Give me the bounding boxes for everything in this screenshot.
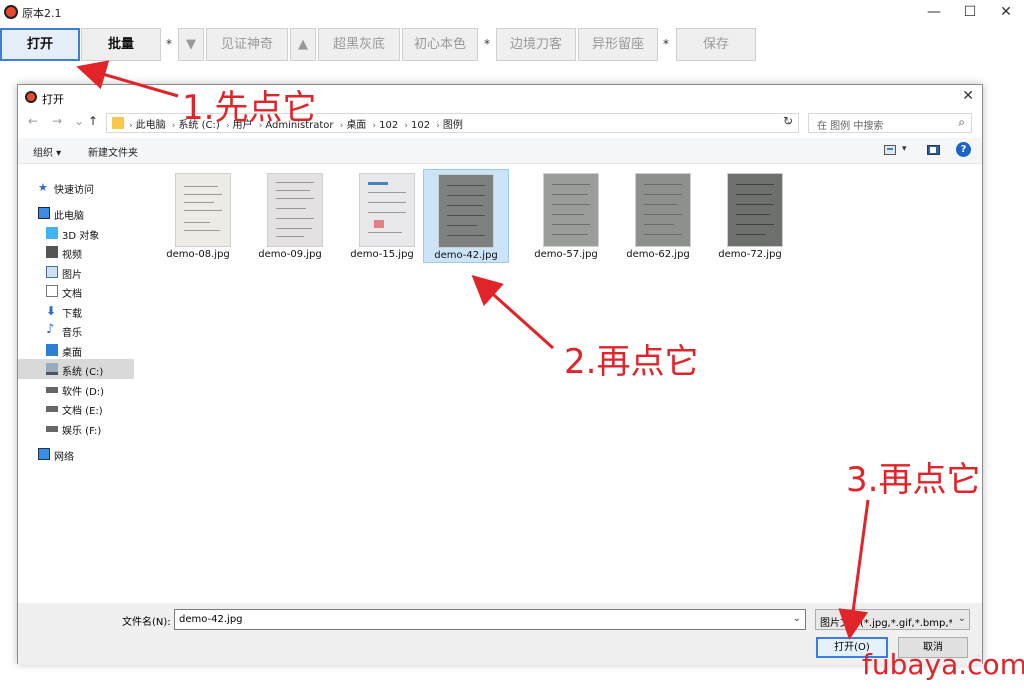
annotation-step-3: 3.再点它 [846,460,981,500]
watermark: fubaya.com [862,648,1024,681]
annotation-step-1: 1.先点它 [182,88,317,128]
arrow-to-selected-file [471,274,555,350]
arrow-to-open-button [76,60,179,98]
annotation-arrows [76,60,870,640]
annotation-step-2: 2.再点它 [564,342,699,382]
arrow-to-confirm-button [838,499,870,640]
app-window: 原本2.1 — ☐ ✕ 打开 批量 * ▼ 见证神奇 ▲ 超黑灰底 初心本色 *… [0,0,1024,696]
